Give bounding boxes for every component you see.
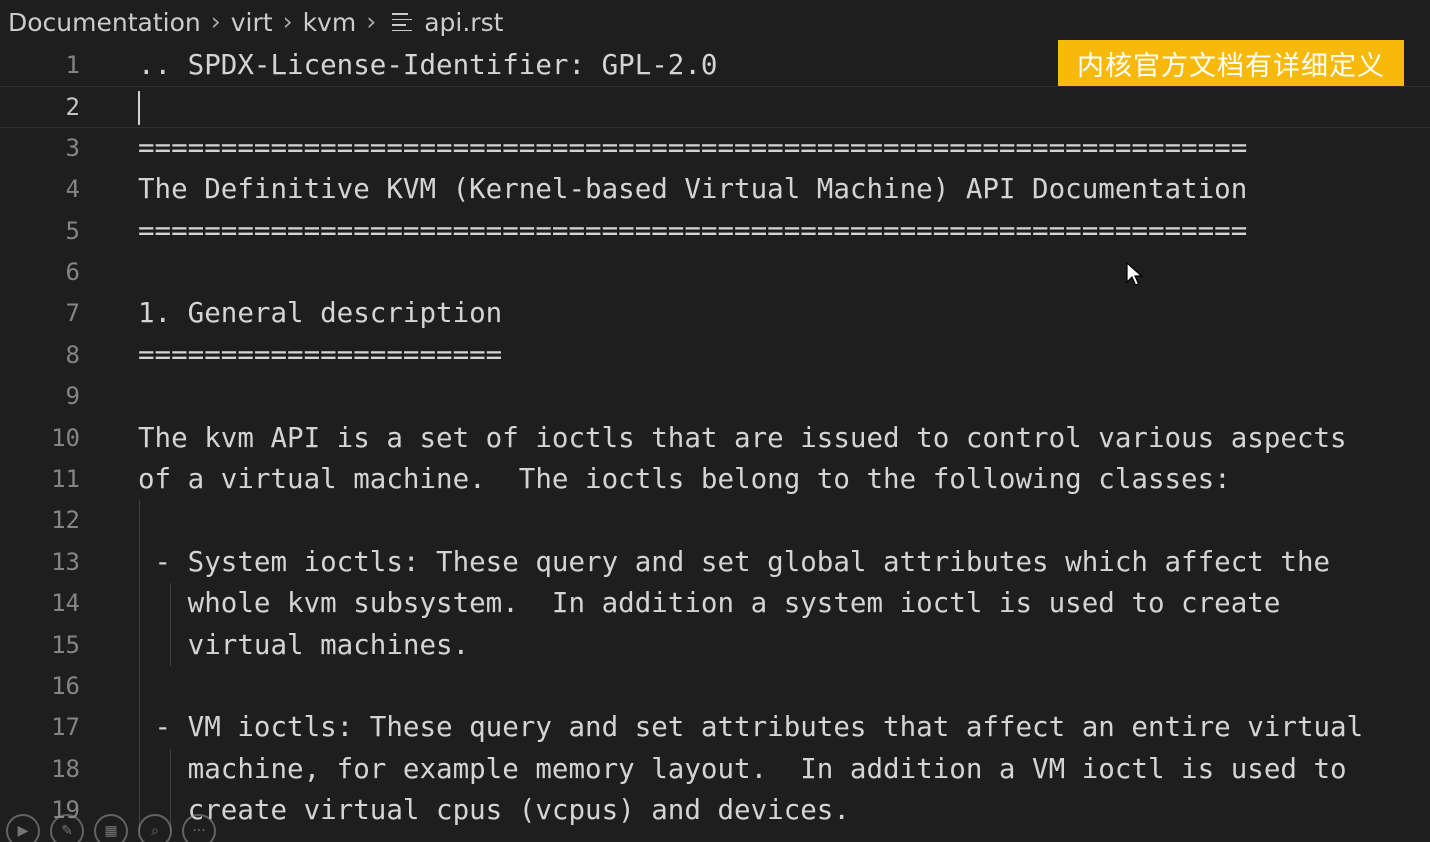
code-line[interactable]: 3 =======================================… [0, 128, 1430, 169]
code-text: 1. General description [138, 297, 503, 330]
line-number: 10 [51, 423, 80, 452]
line-number: 3 [65, 133, 80, 162]
breadcrumb-item-kvm[interactable]: kvm [303, 8, 357, 37]
code-line[interactable]: 15 virtual machines. [0, 625, 1430, 666]
line-number: 8 [65, 340, 80, 369]
breadcrumb-item-documentation[interactable]: Documentation [8, 8, 201, 37]
text-lines-icon [392, 11, 414, 33]
code-text: - System ioctls: These query and set glo… [138, 545, 1331, 578]
text-caret [138, 91, 140, 126]
line-number: 15 [51, 630, 80, 659]
code-text: The Definitive KVM (Kernel-based Virtual… [138, 173, 1248, 206]
breadcrumb: Documentation › virt › kvm › api.rst [8, 0, 503, 44]
code-line[interactable]: 13 - System ioctls: These query and set … [0, 542, 1430, 583]
code-text: .. SPDX-License-Identifier: GPL-2.0 [138, 49, 718, 81]
indent-guide [170, 583, 171, 666]
line-number: 4 [65, 175, 80, 204]
code-line[interactable]: 16 [0, 666, 1430, 707]
code-text: create virtual cpus (vcpus) and devices. [138, 794, 850, 827]
code-text: machine, for example memory layout. In a… [138, 752, 1347, 785]
code-line[interactable]: 14 whole kvm subsystem. In addition a sy… [0, 583, 1430, 624]
pen-icon[interactable]: ✎ [50, 814, 84, 842]
more-icon[interactable]: ··· [182, 814, 216, 842]
zoom-icon[interactable]: ⌕ [138, 814, 172, 842]
breadcrumb-file-name[interactable]: api.rst [424, 8, 503, 37]
code-line[interactable]: 2 [0, 86, 1430, 128]
code-line[interactable]: 8 ====================== [0, 335, 1430, 376]
code-line[interactable]: 18 machine, for example memory layout. I… [0, 749, 1430, 790]
line-number: 9 [65, 382, 80, 411]
line-number: 11 [51, 465, 80, 493]
line-number: 5 [65, 216, 80, 245]
line-number: 1 [65, 51, 80, 79]
code-line[interactable]: 17 - VM ioctls: These query and set attr… [0, 707, 1430, 748]
code-line[interactable]: 7 1. General description [0, 293, 1430, 334]
code-text: of a virtual machine. The ioctls belong … [138, 463, 1231, 495]
code-text: ========================================… [138, 131, 1248, 164]
line-number: 13 [51, 547, 80, 576]
code-line[interactable]: 6 [0, 252, 1430, 293]
code-text: virtual machines. [138, 628, 470, 661]
chevron-right-icon: › [210, 6, 221, 36]
code-line[interactable]: 5 =======================================… [0, 211, 1430, 252]
play-icon[interactable]: ▶ [6, 814, 40, 842]
line-number: 14 [51, 589, 80, 618]
chevron-right-icon: › [366, 6, 377, 36]
code-line[interactable]: 12 [0, 500, 1430, 541]
line-number: 16 [51, 672, 80, 700]
code-editor[interactable]: 1 .. SPDX-License-Identifier: GPL-2.0 2 3 ==… [0, 45, 1430, 842]
breadcrumb-item-virt[interactable]: virt [231, 8, 273, 37]
line-number: 6 [65, 258, 80, 286]
indent-guide [139, 500, 140, 832]
code-text: ========================================… [138, 214, 1248, 247]
line-number: 18 [51, 754, 80, 783]
code-line[interactable]: 10 The kvm API is a set of ioctls that ar… [0, 418, 1430, 459]
code-line[interactable]: 1 .. SPDX-License-Identifier: GPL-2.0 [0, 45, 1430, 86]
chevron-right-icon: › [282, 6, 293, 36]
line-number: 17 [51, 713, 80, 742]
code-line[interactable]: 11 of a virtual machine. The ioctls belon… [0, 459, 1430, 500]
layout-icon[interactable]: ▦ [94, 814, 128, 842]
code-text: The kvm API is a set of ioctls that are … [138, 421, 1347, 454]
code-text: - VM ioctls: These query and set attribu… [138, 711, 1364, 744]
code-text: whole kvm subsystem. In addition a syste… [138, 587, 1281, 620]
code-line[interactable]: 4 The Definitive KVM (Kernel-based Virtua… [0, 169, 1430, 210]
line-number: 7 [65, 299, 80, 328]
mouse-pointer-icon [1126, 262, 1144, 286]
line-number: 12 [51, 506, 80, 535]
bottom-toolbar: ▶ ✎ ▦ ⌕ ··· [6, 814, 216, 842]
code-line[interactable]: 9 [0, 376, 1430, 417]
code-text: ====================== [138, 338, 503, 371]
line-number: 2 [65, 93, 80, 122]
